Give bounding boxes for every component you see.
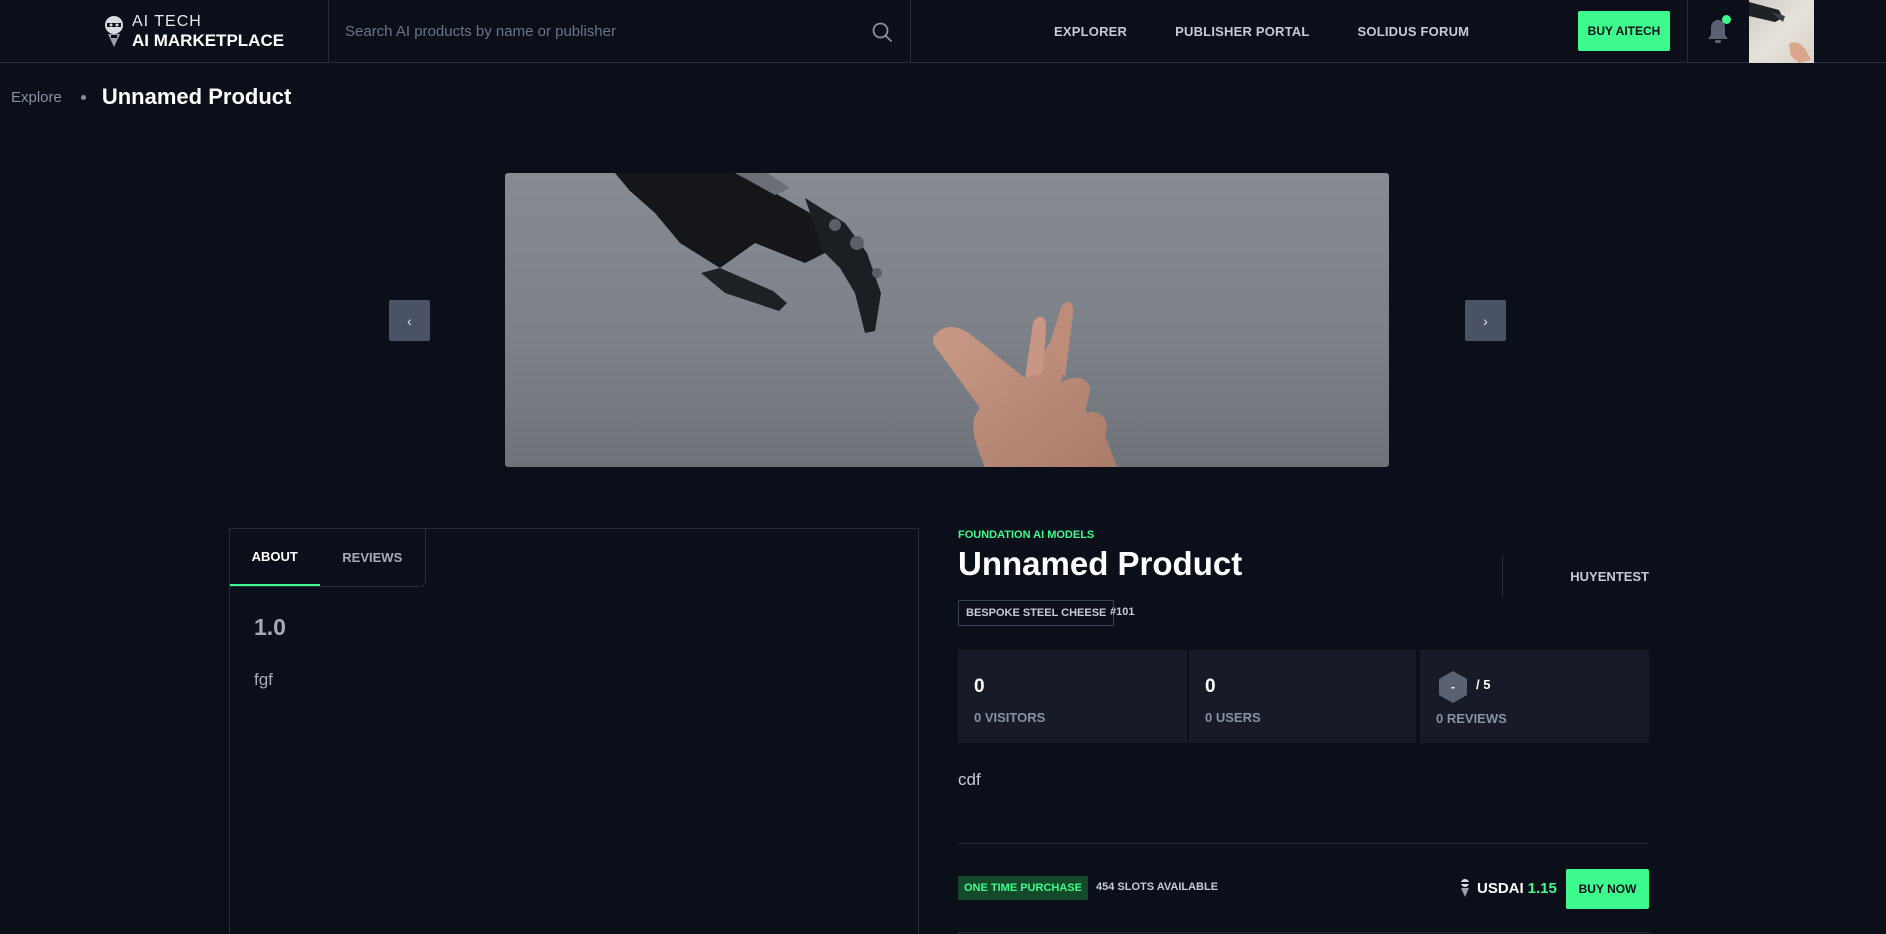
stat-rating: - / 5 0 REVIEWS [1420, 650, 1649, 743]
nav-publisher-portal[interactable]: PUBLISHER PORTAL [1175, 24, 1309, 39]
logo[interactable]: AI TECH AI MARKETPLACE [102, 11, 284, 51]
users-label: 0 USERS [1205, 710, 1261, 725]
nav-explorer[interactable]: EXPLORER [1054, 24, 1127, 39]
logo-line-1: AI TECH [132, 12, 202, 30]
header-divider [1687, 0, 1688, 63]
stat-visitors: 0 0 VISITORS [958, 650, 1187, 743]
price-value: 1.15 [1527, 879, 1557, 897]
main-nav: EXPLORER PUBLISHER PORTAL SOLIDUS FORUM [1054, 0, 1469, 63]
slots-available: 454 SLOTS AVAILABLE [1096, 881, 1219, 893]
search-bar [328, 0, 911, 63]
price: USDAI 1.15 [1459, 878, 1557, 898]
rating-hexagon-icon: - [1439, 671, 1467, 703]
tab-bar: ABOUT REVIEWS [230, 529, 426, 587]
top-header: AI TECH AI MARKETPLACE EXPLORER PUBLISHE… [0, 0, 1886, 63]
stat-users: 0 0 USERS [1189, 650, 1416, 743]
tab-reviews[interactable]: REVIEWS [320, 529, 425, 586]
users-count: 0 [1205, 676, 1216, 697]
user-avatar[interactable] [1749, 0, 1814, 63]
product-number: #101 [1110, 606, 1135, 618]
purchase-type-badge: ONE TIME PURCHASE [958, 876, 1088, 900]
publisher-name[interactable]: HUYENTEST [1570, 569, 1649, 584]
buy-now-button[interactable]: BUY NOW [1566, 869, 1649, 909]
search-input[interactable] [329, 11, 870, 52]
product-version: 1.0 [254, 614, 286, 640]
notification-dot [1722, 15, 1731, 24]
breadcrumb-separator [80, 94, 86, 100]
avatar-image [1749, 2, 1811, 63]
search-icon[interactable] [870, 20, 894, 44]
logo-line-2: AI MARKETPLACE [132, 30, 285, 50]
price-currency: USDAI [1477, 879, 1524, 897]
reviews-label: 0 REVIEWS [1436, 711, 1507, 726]
product-tag[interactable]: BESPOKE STEEL CHEESE [958, 600, 1115, 626]
product-title: Unnamed Product [958, 545, 1243, 582]
carousel-prev-button[interactable]: ‹ [389, 300, 430, 341]
robot-human-hands-image [615, 173, 1117, 467]
divider [958, 843, 1649, 844]
product-category[interactable]: FOUNDATION AI MODELS [958, 529, 1094, 541]
breadcrumb-explore[interactable]: Explore [11, 89, 62, 106]
rating-value: - [1451, 680, 1455, 694]
product-image [505, 173, 1389, 467]
visitors-label: 0 VISITORS [974, 710, 1046, 725]
bottom-divider [958, 932, 1649, 933]
breadcrumb: Explore Unnamed Product [11, 84, 291, 110]
title-divider [1502, 556, 1503, 597]
about-panel: ABOUT REVIEWS 1.0 fgf [229, 528, 919, 934]
about-text: fgf [254, 670, 273, 689]
usdai-icon [1461, 879, 1469, 897]
nav-solidus-forum[interactable]: SOLIDUS FORUM [1358, 24, 1470, 39]
visitors-count: 0 [974, 676, 985, 697]
product-description: cdf [958, 770, 981, 789]
buy-aitech-button[interactable]: BUY AITECH [1578, 11, 1670, 51]
tab-about[interactable]: ABOUT [230, 529, 320, 586]
page-title: Unnamed Product [101, 84, 292, 109]
carousel-next-button[interactable]: › [1465, 300, 1506, 341]
rating-outof: / 5 [1476, 677, 1491, 692]
robot-head-icon [105, 16, 123, 47]
